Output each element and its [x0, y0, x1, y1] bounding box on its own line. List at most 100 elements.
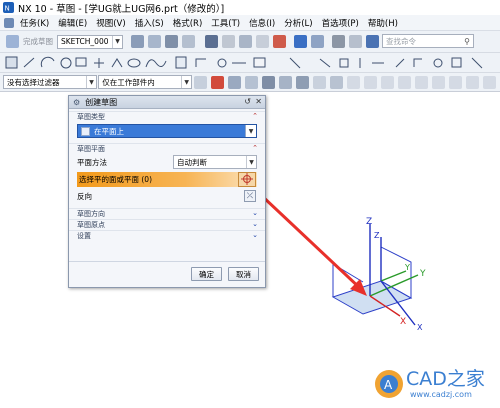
quadrant-icon[interactable] [415, 75, 428, 89]
snap-icon[interactable] [228, 75, 241, 89]
polygon-icon[interactable] [111, 58, 123, 68]
circle-icon[interactable] [60, 57, 72, 69]
mirror-icon[interactable] [289, 57, 301, 69]
body-icon[interactable] [296, 75, 309, 89]
chevron-down-icon[interactable]: ⌄ [252, 231, 258, 239]
menu-tools[interactable]: 工具(T) [211, 17, 240, 29]
point-on-face-icon[interactable] [466, 75, 479, 89]
menu-insert[interactable]: 插入(S) [135, 17, 164, 29]
sketch-name-select[interactable]: SKETCH_000 ▼ [57, 34, 123, 49]
chamfer-icon[interactable] [195, 58, 206, 67]
pole-icon[interactable] [483, 75, 496, 89]
menu-info[interactable]: 信息(I) [249, 17, 275, 29]
plane-method-label: 平面方法 [77, 157, 107, 167]
endpoint-icon[interactable] [347, 75, 360, 89]
offset-icon[interactable] [253, 57, 266, 68]
chevron-down-icon[interactable]: ⌄ [252, 209, 258, 217]
paste-icon[interactable] [256, 35, 269, 48]
menu-format[interactable]: 格式(R) [173, 17, 203, 29]
menu-view[interactable]: 视图(V) [96, 17, 125, 29]
profile-icon[interactable] [5, 56, 18, 69]
chevron-down-icon[interactable]: ▼ [86, 76, 96, 88]
search-icon[interactable]: ⚲ [464, 37, 470, 46]
menu-lead-icon[interactable] [4, 17, 14, 28]
intersection-icon[interactable] [398, 75, 411, 89]
arc-icon[interactable] [40, 56, 55, 68]
search-input[interactable]: 查找命令 ⚲ [382, 34, 474, 48]
cancel-button[interactable]: 取消 [228, 267, 259, 281]
dimension-icon[interactable] [339, 58, 349, 68]
command-finder-icon[interactable] [366, 35, 379, 48]
chevron-down-icon[interactable]: ▼ [181, 76, 191, 88]
orient-view-icon[interactable] [131, 35, 144, 48]
update-model-icon[interactable] [165, 35, 178, 48]
type-filter-select[interactable]: 没有选择过滤器 ▼ [3, 75, 97, 89]
scope-select[interactable]: 仅在工作部件内 ▼ [98, 75, 193, 89]
chevron-down-icon[interactable]: ▼ [112, 35, 122, 48]
sketch-type-select[interactable]: 在平面上 ▼ [77, 124, 257, 138]
menu-analysis[interactable]: 分析(L) [284, 17, 312, 29]
tangent-icon[interactable] [433, 58, 443, 68]
delete-icon[interactable] [273, 35, 286, 48]
midpoint-icon[interactable] [364, 75, 377, 89]
layout-icon[interactable] [349, 35, 362, 48]
sketch-style-icon[interactable] [182, 35, 195, 48]
menu-task[interactable]: 任务(K) [20, 17, 49, 29]
parallel-icon[interactable] [395, 58, 405, 68]
cut-icon[interactable] [222, 35, 235, 48]
chevron-down-icon[interactable]: ▼ [245, 125, 256, 137]
trim-icon[interactable] [217, 58, 227, 68]
menu-help[interactable]: 帮助(H) [368, 17, 398, 29]
reset-icon[interactable]: ↺ [244, 97, 251, 106]
undo-icon[interactable] [294, 35, 307, 48]
chevron-up-icon[interactable]: ⌃ [252, 144, 258, 152]
plane-method-select[interactable]: 自动判断 ▼ [173, 155, 257, 169]
search-placeholder: 查找命令 [386, 36, 416, 46]
existing-point-icon[interactable] [432, 75, 445, 89]
crosshair-icon [241, 173, 253, 185]
plane-dialog-button[interactable] [238, 171, 256, 187]
select-plane-row: 选择平的面或平面 (0) [69, 170, 265, 188]
view-filter-icon[interactable] [245, 75, 258, 89]
perpendicular-icon[interactable] [413, 58, 422, 67]
section-sketch-direction[interactable]: 草图方向 ⌄ [69, 208, 265, 219]
save-icon[interactable] [205, 35, 218, 48]
fix-icon[interactable] [451, 57, 462, 68]
rectangle-icon[interactable] [75, 57, 87, 67]
curve-icon[interactable] [330, 75, 343, 89]
spline-icon[interactable] [145, 59, 167, 68]
point-on-curve-icon[interactable] [449, 75, 462, 89]
chevron-down-icon[interactable]: ▼ [246, 156, 256, 168]
section-settings[interactable]: 设置 ⌄ [69, 230, 265, 241]
constraint-icon[interactable] [319, 58, 331, 68]
section-sketch-origin[interactable]: 草图原点 ⌄ [69, 219, 265, 230]
finish-sketch-label[interactable]: 完成草图 [23, 36, 53, 47]
clear-selection-icon[interactable] [211, 75, 224, 89]
chevron-down-icon[interactable]: ⌄ [252, 220, 258, 228]
window-icon[interactable] [332, 35, 345, 48]
select-plane-field[interactable]: 选择平的面或平面 (0) [77, 171, 257, 187]
close-icon[interactable]: ✕ [255, 97, 262, 106]
reverse-direction-button[interactable]: ⤫ [244, 190, 256, 202]
section-sketch-type[interactable]: 草图类型 ⌃ [69, 111, 265, 122]
section-sketch-plane[interactable]: 草图平面 ⌃ [69, 143, 265, 154]
centerpoint-icon[interactable] [381, 75, 394, 89]
ellipse-icon[interactable] [127, 58, 141, 68]
select-all-icon[interactable] [194, 75, 207, 89]
y-axis-small[interactable] [380, 270, 407, 282]
box-select-icon[interactable] [262, 75, 275, 89]
menu-preferences[interactable]: 首选项(P) [322, 17, 359, 29]
redo-icon[interactable] [311, 35, 324, 48]
menu-edit[interactable]: 编辑(E) [58, 17, 87, 29]
reattach-icon[interactable] [148, 35, 161, 48]
edge-icon[interactable] [313, 75, 326, 89]
line-icon[interactable] [23, 57, 35, 68]
finish-sketch-icon[interactable] [6, 35, 19, 48]
face-icon[interactable] [279, 75, 292, 89]
svg-text:A: A [384, 378, 393, 392]
equal-icon[interactable] [471, 57, 483, 69]
chevron-up-icon[interactable]: ⌃ [252, 112, 258, 120]
ok-button[interactable]: 确定 [191, 267, 222, 281]
fillet-icon[interactable] [175, 56, 187, 69]
copy-icon[interactable] [239, 35, 252, 48]
